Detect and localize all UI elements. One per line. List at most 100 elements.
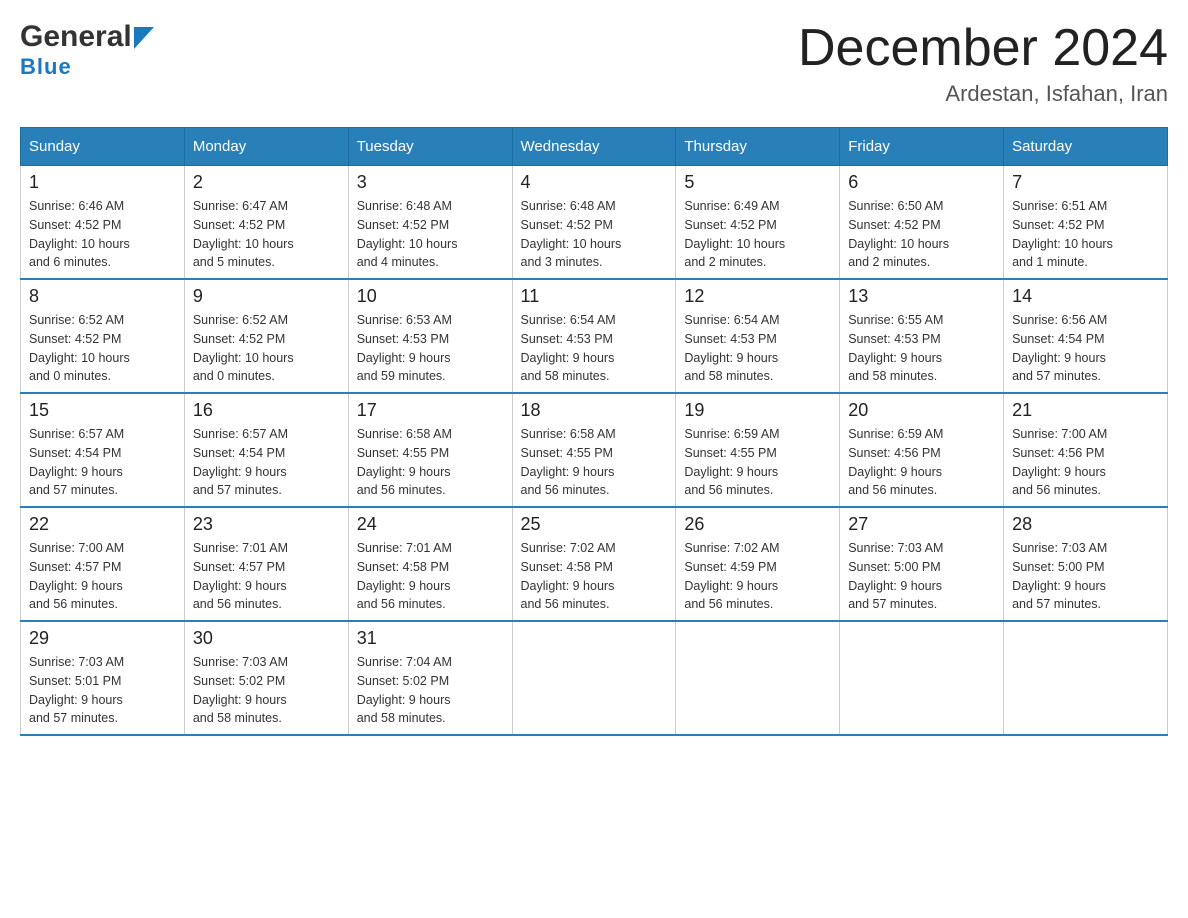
calendar-cell: 25 Sunrise: 7:02 AM Sunset: 4:58 PM Dayli… (512, 507, 676, 621)
day-info: Sunrise: 6:59 AM Sunset: 4:56 PM Dayligh… (848, 425, 995, 500)
day-number: 14 (1012, 286, 1159, 307)
calendar-cell: 19Sunrise: 6:59 AM Sunset: 4:55 PM Dayli… (676, 393, 840, 507)
calendar-table: SundayMondayTuesdayWednesdayThursdayFrid… (20, 127, 1168, 736)
day-number: 31 (357, 628, 504, 649)
day-number: 2 (193, 172, 340, 193)
day-number: 25 (521, 514, 668, 535)
day-info: Sunrise: 6:52 AM Sunset: 4:52 PM Dayligh… (193, 311, 340, 386)
day-number: 11 (521, 286, 668, 307)
day-info: Sunrise: 7:00 AM Sunset: 4:56 PM Dayligh… (1012, 425, 1159, 500)
calendar-week-row: 1Sunrise: 6:46 AM Sunset: 4:52 PM Daylig… (21, 166, 1168, 280)
weekday-header-friday: Friday (840, 128, 1004, 166)
calendar-cell: 23 Sunrise: 7:01 AM Sunset: 4:57 PM Dayli… (184, 507, 348, 621)
day-info: Sunrise: 6:49 AM Sunset: 4:52 PM Dayligh… (684, 197, 831, 272)
calendar-cell: 11 Sunrise: 6:54 AM Sunset: 4:53 PM Dayli… (512, 279, 676, 393)
day-number: 7 (1012, 172, 1159, 193)
day-info: Sunrise: 6:58 AM Sunset: 4:55 PM Dayligh… (357, 425, 504, 500)
day-info: Sunrise: 7:02 AM Sunset: 4:59 PM Dayligh… (684, 539, 831, 614)
day-info: Sunrise: 6:54 AM Sunset: 4:53 PM Dayligh… (521, 311, 668, 386)
calendar-cell: 15 Sunrise: 6:57 AM Sunset: 4:54 PM Dayli… (21, 393, 185, 507)
day-info: Sunrise: 6:57 AM Sunset: 4:54 PM Dayligh… (29, 425, 176, 500)
calendar-cell: 27 Sunrise: 7:03 AM Sunset: 5:00 PM Dayli… (840, 507, 1004, 621)
calendar-cell: 10Sunrise: 6:53 AM Sunset: 4:53 PM Dayli… (348, 279, 512, 393)
day-number: 6 (848, 172, 995, 193)
weekday-header-wednesday: Wednesday (512, 128, 676, 166)
day-number: 24 (357, 514, 504, 535)
calendar-cell: 3 Sunrise: 6:48 AM Sunset: 4:52 PM Daylig… (348, 166, 512, 280)
day-number: 18 (521, 400, 668, 421)
calendar-cell: 12 Sunrise: 6:54 AM Sunset: 4:53 PM Dayli… (676, 279, 840, 393)
calendar-cell (840, 621, 1004, 735)
calendar-cell: 1Sunrise: 6:46 AM Sunset: 4:52 PM Daylig… (21, 166, 185, 280)
day-number: 5 (684, 172, 831, 193)
page-header: General Blue December 2024 Ardestan, Isf… (20, 20, 1168, 107)
logo-blue-text: Blue (20, 54, 72, 80)
calendar-body: 1Sunrise: 6:46 AM Sunset: 4:52 PM Daylig… (21, 166, 1168, 736)
day-info: Sunrise: 6:48 AM Sunset: 4:52 PM Dayligh… (521, 197, 668, 272)
day-number: 9 (193, 286, 340, 307)
calendar-cell: 7 Sunrise: 6:51 AM Sunset: 4:52 PM Daylig… (1004, 166, 1168, 280)
calendar-week-row: 15 Sunrise: 6:57 AM Sunset: 4:54 PM Dayli… (21, 393, 1168, 507)
calendar-cell: 30Sunrise: 7:03 AM Sunset: 5:02 PM Dayli… (184, 621, 348, 735)
calendar-cell: 14 Sunrise: 6:56 AM Sunset: 4:54 PM Dayli… (1004, 279, 1168, 393)
title-section: December 2024 Ardestan, Isfahan, Iran (798, 20, 1168, 107)
day-number: 4 (521, 172, 668, 193)
day-number: 19 (684, 400, 831, 421)
day-info: Sunrise: 7:04 AM Sunset: 5:02 PM Dayligh… (357, 653, 504, 728)
calendar-cell: 28Sunrise: 7:03 AM Sunset: 5:00 PM Dayli… (1004, 507, 1168, 621)
day-info: Sunrise: 6:48 AM Sunset: 4:52 PM Dayligh… (357, 197, 504, 272)
calendar-header: SundayMondayTuesdayWednesdayThursdayFrid… (21, 128, 1168, 166)
day-info: Sunrise: 6:50 AM Sunset: 4:52 PM Dayligh… (848, 197, 995, 272)
day-number: 29 (29, 628, 176, 649)
weekday-header-sunday: Sunday (21, 128, 185, 166)
calendar-cell: 2 Sunrise: 6:47 AM Sunset: 4:52 PM Daylig… (184, 166, 348, 280)
day-number: 15 (29, 400, 176, 421)
logo-triangle-icon (134, 27, 154, 49)
day-info: Sunrise: 7:02 AM Sunset: 4:58 PM Dayligh… (521, 539, 668, 614)
day-info: Sunrise: 6:47 AM Sunset: 4:52 PM Dayligh… (193, 197, 340, 272)
calendar-cell: 22Sunrise: 7:00 AM Sunset: 4:57 PM Dayli… (21, 507, 185, 621)
day-number: 27 (848, 514, 995, 535)
day-info: Sunrise: 7:03 AM Sunset: 5:00 PM Dayligh… (848, 539, 995, 614)
calendar-cell: 31 Sunrise: 7:04 AM Sunset: 5:02 PM Dayli… (348, 621, 512, 735)
calendar-cell: 9 Sunrise: 6:52 AM Sunset: 4:52 PM Daylig… (184, 279, 348, 393)
day-info: Sunrise: 6:51 AM Sunset: 4:52 PM Dayligh… (1012, 197, 1159, 272)
day-number: 12 (684, 286, 831, 307)
day-number: 20 (848, 400, 995, 421)
day-info: Sunrise: 6:55 AM Sunset: 4:53 PM Dayligh… (848, 311, 995, 386)
day-number: 3 (357, 172, 504, 193)
calendar-cell: 20 Sunrise: 6:59 AM Sunset: 4:56 PM Dayli… (840, 393, 1004, 507)
day-info: Sunrise: 6:46 AM Sunset: 4:52 PM Dayligh… (29, 197, 176, 272)
calendar-cell: 16 Sunrise: 6:57 AM Sunset: 4:54 PM Dayli… (184, 393, 348, 507)
day-info: Sunrise: 6:56 AM Sunset: 4:54 PM Dayligh… (1012, 311, 1159, 386)
weekday-header-monday: Monday (184, 128, 348, 166)
day-number: 30 (193, 628, 340, 649)
day-number: 23 (193, 514, 340, 535)
calendar-week-row: 22Sunrise: 7:00 AM Sunset: 4:57 PM Dayli… (21, 507, 1168, 621)
calendar-cell: 13 Sunrise: 6:55 AM Sunset: 4:53 PM Dayli… (840, 279, 1004, 393)
logo: General Blue (20, 20, 154, 80)
calendar-cell: 17 Sunrise: 6:58 AM Sunset: 4:55 PM Dayli… (348, 393, 512, 507)
day-number: 13 (848, 286, 995, 307)
day-info: Sunrise: 7:01 AM Sunset: 4:57 PM Dayligh… (193, 539, 340, 614)
month-title: December 2024 (798, 20, 1168, 77)
day-number: 16 (193, 400, 340, 421)
day-info: Sunrise: 7:01 AM Sunset: 4:58 PM Dayligh… (357, 539, 504, 614)
weekday-header-saturday: Saturday (1004, 128, 1168, 166)
day-number: 17 (357, 400, 504, 421)
calendar-cell (512, 621, 676, 735)
weekday-header-tuesday: Tuesday (348, 128, 512, 166)
day-info: Sunrise: 6:54 AM Sunset: 4:53 PM Dayligh… (684, 311, 831, 386)
day-number: 10 (357, 286, 504, 307)
calendar-cell: 21 Sunrise: 7:00 AM Sunset: 4:56 PM Dayli… (1004, 393, 1168, 507)
day-number: 21 (1012, 400, 1159, 421)
calendar-cell: 6 Sunrise: 6:50 AM Sunset: 4:52 PM Daylig… (840, 166, 1004, 280)
day-number: 26 (684, 514, 831, 535)
logo-general-text: General (20, 20, 132, 54)
day-number: 8 (29, 286, 176, 307)
location: Ardestan, Isfahan, Iran (798, 81, 1168, 107)
calendar-cell (1004, 621, 1168, 735)
weekday-header-row: SundayMondayTuesdayWednesdayThursdayFrid… (21, 128, 1168, 166)
day-number: 28 (1012, 514, 1159, 535)
day-info: Sunrise: 6:57 AM Sunset: 4:54 PM Dayligh… (193, 425, 340, 500)
